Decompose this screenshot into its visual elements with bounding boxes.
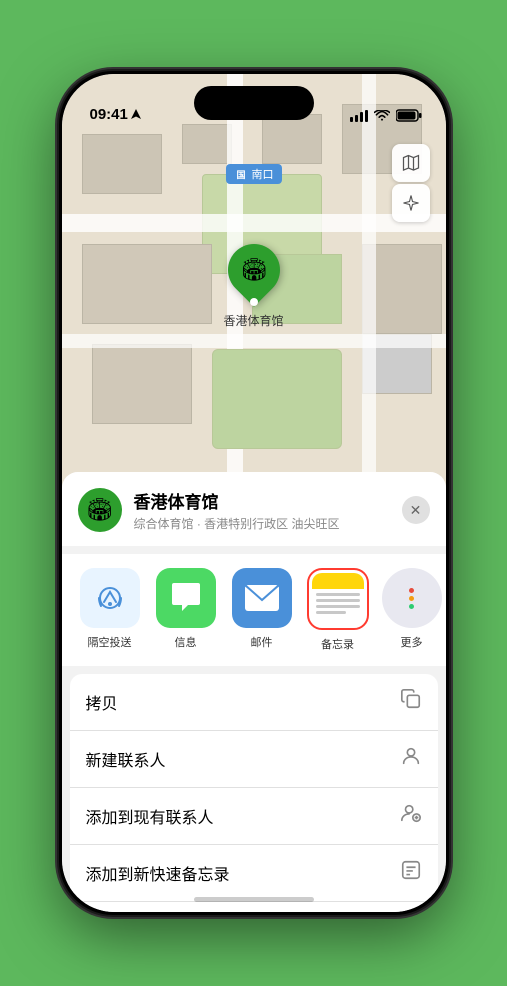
notes-line-4 [316, 611, 347, 614]
dot-1 [409, 588, 414, 593]
more-label: 更多 [401, 634, 423, 650]
messages-symbol [170, 583, 202, 613]
marker-pin: 🏟 [217, 233, 291, 307]
notes-line-3 [316, 605, 360, 608]
phone-frame: 09:41 [59, 71, 449, 915]
share-messages[interactable]: 信息 [154, 568, 218, 652]
quick-note-icon [400, 859, 422, 887]
notes-line-1 [316, 593, 360, 596]
place-sub: 综合体育馆 · 香港特别行政区 油尖旺区 [134, 515, 390, 532]
more-icon [382, 568, 442, 628]
action-new-contact[interactable]: 新建联系人 [70, 731, 438, 788]
action-copy[interactable]: 拷贝 [70, 674, 438, 731]
map-area[interactable]: 国 南口 [62, 74, 446, 504]
location-button[interactable] [392, 184, 430, 222]
time-display: 09:41 [90, 107, 128, 122]
marker-icon: 🏟 [240, 257, 268, 283]
wifi-icon [374, 110, 390, 122]
map-controls [392, 144, 430, 222]
copy-icon [400, 688, 422, 716]
notes-top-bar [312, 573, 364, 589]
location-info: 香港体育馆 综合体育馆 · 香港特别行政区 油尖旺区 [134, 488, 390, 532]
location-arrow-icon [131, 109, 141, 121]
status-time: 09:41 [90, 107, 141, 122]
mail-icon [232, 568, 292, 628]
action-add-contact-label: 添加到现有联系人 [86, 804, 400, 828]
action-print[interactable]: 打印 [70, 902, 438, 912]
airdrop-symbol [94, 582, 126, 614]
signal-icon [350, 110, 368, 122]
action-list: 拷贝 新建联系人 [70, 674, 438, 912]
location-label: 国 南口 [225, 164, 281, 184]
mail-label: 邮件 [251, 634, 273, 650]
map-type-button[interactable] [392, 144, 430, 182]
location-icon: 🏟 [78, 488, 122, 532]
mail-symbol [245, 585, 279, 611]
dot-3 [409, 604, 414, 609]
notes-line-2 [316, 599, 360, 602]
status-icons [350, 109, 422, 122]
more-dots [409, 588, 414, 609]
dot-2 [409, 596, 414, 601]
messages-icon [156, 568, 216, 628]
map-icon [401, 153, 421, 173]
location-header: 🏟 香港体育馆 综合体育馆 · 香港特别行政区 油尖旺区 ✕ [62, 472, 446, 546]
notes-label: 备忘录 [321, 636, 354, 652]
home-indicator [194, 897, 314, 902]
action-add-contact[interactable]: 添加到现有联系人 [70, 788, 438, 845]
airdrop-icon [80, 568, 140, 628]
new-contact-icon [400, 745, 422, 773]
map-marker: 🏟 香港体育馆 [223, 244, 283, 329]
action-quick-note-label: 添加到新快速备忘录 [86, 861, 400, 885]
share-more[interactable]: 更多 [382, 568, 442, 652]
notes-lines [312, 589, 364, 625]
compass-icon [402, 194, 420, 212]
dynamic-island [194, 86, 314, 120]
add-contact-icon [400, 802, 422, 830]
place-name: 香港体育馆 [134, 488, 390, 513]
share-row: 隔空投送 信息 [62, 554, 446, 666]
bottom-sheet: 🏟 香港体育馆 综合体育馆 · 香港特别行政区 油尖旺区 ✕ [62, 472, 446, 912]
action-new-contact-label: 新建联系人 [86, 747, 400, 771]
action-quick-note[interactable]: 添加到新快速备忘录 [70, 845, 438, 902]
marker-label: 香港体育馆 [223, 312, 283, 329]
messages-label: 信息 [175, 634, 197, 650]
share-airdrop[interactable]: 隔空投送 [78, 568, 142, 652]
notes-icon-wrapper [307, 568, 369, 630]
battery-icon [396, 109, 422, 122]
notes-icon [312, 573, 364, 625]
share-notes[interactable]: 备忘录 [306, 568, 370, 652]
share-mail[interactable]: 邮件 [230, 568, 294, 652]
airdrop-label: 隔空投送 [88, 634, 132, 650]
action-copy-label: 拷贝 [86, 690, 400, 714]
marker-dot [249, 298, 257, 306]
close-button[interactable]: ✕ [402, 496, 430, 524]
